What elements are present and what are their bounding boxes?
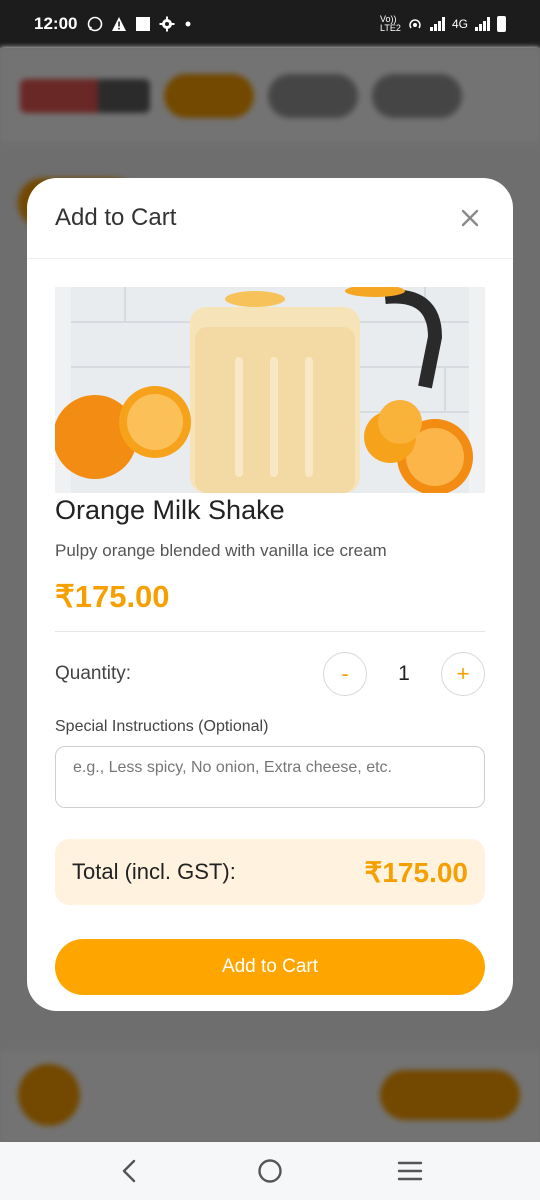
status-notification-icons: [87, 16, 193, 32]
navigation-bar: [0, 1142, 540, 1200]
recents-button[interactable]: [385, 1146, 435, 1196]
product-name: Orange Milk Shake: [55, 495, 285, 525]
back-button[interactable]: [105, 1146, 155, 1196]
decrement-button[interactable]: -: [323, 652, 367, 696]
special-instructions-label: Special Instructions (Optional): [55, 718, 269, 735]
network-type: 4G: [451, 17, 468, 31]
battery-icon: [497, 16, 506, 32]
modal-body: Orange Milk Shake Pulpy orange blended w…: [27, 259, 513, 995]
status-system-icons: Vo)) LTE2 4G: [380, 15, 506, 33]
add-to-cart-button[interactable]: Add to Cart: [55, 939, 485, 995]
home-button[interactable]: [245, 1146, 295, 1196]
total-value: ₹175.00: [364, 856, 468, 888]
volte-label: Vo)) LTE2: [379, 14, 401, 33]
status-time: 12:00: [34, 14, 78, 33]
signal-icon: [429, 17, 445, 31]
quantity-value: 1: [398, 662, 410, 685]
recents-icon: [397, 1161, 423, 1181]
whatsapp-icon: [88, 16, 103, 32]
hotspot-icon: [409, 19, 421, 29]
product-description: Pulpy orange blended with vanilla ice cr…: [55, 541, 387, 560]
product-image: [55, 287, 485, 493]
close-icon: [461, 209, 479, 227]
quantity-row: Quantity: - 1 +: [55, 632, 485, 716]
product-price: ₹175.00: [55, 579, 170, 614]
total-box: Total (incl. GST): ₹175.00: [55, 839, 485, 905]
settings-icon: [159, 16, 175, 32]
special-instructions-input[interactable]: [55, 746, 485, 808]
close-button[interactable]: [455, 203, 485, 233]
total-label: Total (incl. GST):: [72, 859, 236, 884]
dot-icon: [185, 21, 191, 27]
square-icon: [136, 17, 151, 31]
back-icon: [122, 1159, 136, 1183]
status-bar: 12:00 Vo)) LTE2 4G: [0, 0, 540, 48]
warning-icon: [112, 17, 127, 31]
signal-icon-2: [475, 17, 490, 31]
orange-milk-shake-image: [55, 287, 485, 493]
quantity-label: Quantity:: [55, 663, 132, 684]
modal-title: Add to Cart: [55, 204, 177, 231]
add-to-cart-modal: Add to Cart Orange Milk Shake Pulpy oran…: [27, 178, 513, 1011]
modal-header: Add to Cart: [27, 178, 513, 259]
increment-button[interactable]: +: [441, 652, 485, 696]
quantity-stepper: - 1 +: [323, 652, 485, 696]
home-icon: [258, 1159, 282, 1183]
